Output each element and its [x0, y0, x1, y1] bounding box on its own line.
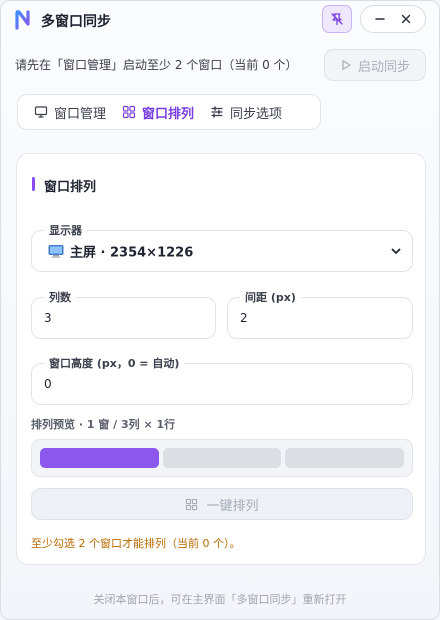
- tab-label: 窗口管理: [54, 106, 107, 122]
- chevron-down-icon: [391, 248, 401, 254]
- sync-window: 多窗口同步 请先在「窗口管理」启动至少 2 个窗口（当前 0 个） 启动同步 窗…: [0, 0, 440, 620]
- monitor-emoji-icon: [48, 244, 64, 258]
- play-icon: [342, 60, 351, 70]
- minimize-button[interactable]: [370, 9, 390, 29]
- arrange-button[interactable]: 一键排列: [31, 488, 413, 520]
- monitor-icon: [34, 106, 48, 118]
- window-controls: [360, 5, 426, 33]
- grid-icon: [122, 105, 136, 119]
- tab-bar: 窗口管理 窗口排列 同步选项: [17, 94, 321, 130]
- pin-button[interactable]: [322, 5, 352, 33]
- preview-label: 排列预览 · 1 窗 / 3列 × 1行: [31, 418, 176, 431]
- tab-label: 同步选项: [230, 106, 283, 122]
- title-bar: 多窗口同步: [1, 1, 439, 39]
- height-input[interactable]: 窗口高度 (px，0 = 自动) 0: [31, 355, 413, 405]
- display-select[interactable]: 显示器 主屏 · 2354×1226: [31, 222, 413, 272]
- grid-icon: [186, 498, 198, 510]
- start-sync-label: 启动同步: [357, 59, 410, 75]
- spacing-value: 2: [240, 311, 248, 325]
- minimize-icon: [375, 18, 385, 20]
- unpin-icon: [331, 13, 343, 26]
- app-title: 多窗口同步: [41, 14, 111, 30]
- columns-input[interactable]: 列数 3: [31, 289, 216, 339]
- display-value-wrap: 主屏 · 2354×1226: [48, 242, 193, 261]
- preview-cell-2: [162, 448, 282, 468]
- close-button[interactable]: [396, 9, 416, 29]
- footer-note: 关闭本窗口后，可在主界面「多窗口同步」重新打开: [93, 593, 347, 606]
- preview-cell-3: [285, 448, 405, 468]
- arrange-preview: [31, 439, 413, 477]
- tab-window-arrange[interactable]: 窗口排列: [114, 98, 202, 126]
- section-title: 窗口排列: [32, 176, 96, 195]
- app-logo-icon: [15, 10, 30, 30]
- display-value: 主屏 · 2354×1226: [70, 245, 194, 261]
- hint-text: 请先在「窗口管理」启动至少 2 个窗口（当前 0 个）: [15, 58, 298, 72]
- display-label: 显示器: [44, 222, 87, 238]
- spacing-input[interactable]: 间距 (px) 2: [227, 289, 413, 339]
- sliders-icon: [211, 106, 223, 118]
- columns-value: 3: [44, 311, 52, 325]
- preview-cell-1: [40, 448, 159, 468]
- tab-sync-options[interactable]: 同步选项: [202, 98, 290, 126]
- arrange-panel: 窗口排列 显示器 主屏 · 2354×1226 列数 3 间距 (px) 2 窗…: [16, 153, 426, 565]
- tab-window-management[interactable]: 窗口管理: [26, 98, 114, 126]
- start-sync-button[interactable]: 启动同步: [324, 49, 426, 81]
- tab-label: 窗口排列: [142, 106, 195, 122]
- arrange-button-label: 一键排列: [206, 498, 259, 514]
- close-icon: [401, 14, 411, 24]
- height-value: 0: [44, 377, 52, 391]
- columns-label: 列数: [44, 289, 76, 305]
- warning-text: 至少勾选 2 个窗口才能排列（当前 0 个）。: [31, 537, 241, 550]
- height-label: 窗口高度 (px，0 = 自动): [44, 355, 185, 371]
- spacing-label: 间距 (px): [240, 289, 301, 305]
